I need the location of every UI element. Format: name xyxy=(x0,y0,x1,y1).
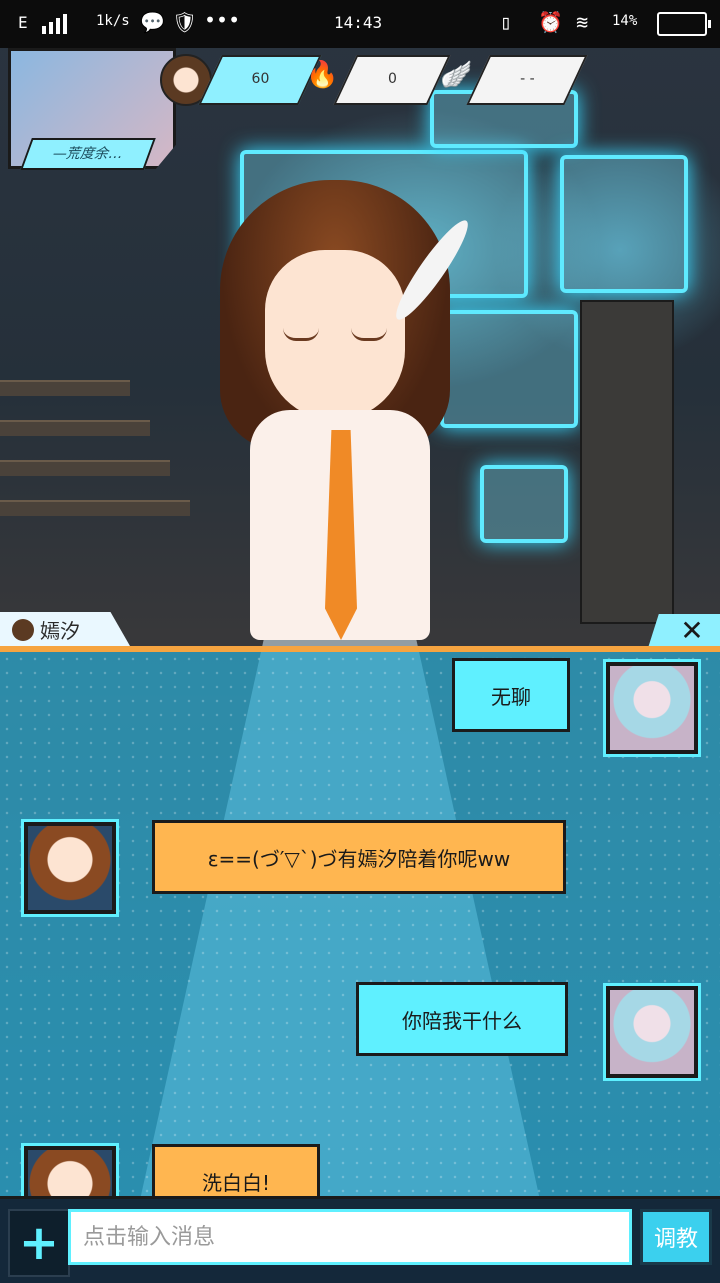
character-avatar-icon xyxy=(12,619,34,641)
network-type: E xyxy=(18,13,28,32)
character-eye xyxy=(351,328,387,341)
stair xyxy=(0,380,130,396)
bot-avatar[interactable] xyxy=(24,822,116,914)
message-text: 洗白白! xyxy=(201,1170,271,1195)
close-button[interactable]: ✕ xyxy=(648,614,720,648)
wifi-icon: ≋ xyxy=(576,10,589,34)
user-avatar[interactable] xyxy=(606,986,698,1078)
fire-icon: 🔥 xyxy=(306,60,339,90)
bot-message-bubble: 洗白白! xyxy=(152,1144,320,1198)
shield-icon: 🛡 xyxy=(172,10,198,34)
user-message-bubble: 你陪我干什么 xyxy=(356,982,568,1056)
bot-message-bubble: ε==(づ′▽`)づ有嫣汐陪着你呢ww xyxy=(152,820,566,894)
close-icon: ✕ xyxy=(680,614,704,647)
hologram-screen xyxy=(560,155,688,293)
message-text: ε==(づ′▽`)づ有嫣汐陪着你呢ww xyxy=(207,846,511,871)
stair xyxy=(0,420,150,436)
signal-icon xyxy=(42,14,70,34)
message-input[interactable] xyxy=(68,1209,632,1265)
plus-button[interactable]: + xyxy=(8,1209,70,1277)
vibrate-icon: ▯ xyxy=(500,10,513,34)
character-name: 嫣汐 xyxy=(40,619,80,643)
profile-name: —荒度余… xyxy=(20,138,156,170)
wing-icon: 🪽 xyxy=(440,60,473,90)
alarm-icon: ⏰ xyxy=(538,10,563,34)
wings-meter: - - xyxy=(466,55,588,105)
send-button-label: 调教 xyxy=(653,1227,698,1252)
plus-icon: + xyxy=(18,1215,60,1271)
affection-value: 60 xyxy=(251,71,270,87)
profile-name-text: —荒度余… xyxy=(50,146,126,162)
message-icon: 💬 xyxy=(140,10,165,34)
network-speed: 1k/s xyxy=(96,13,130,29)
wings-value: - - xyxy=(520,71,535,87)
input-bar: + 调教 xyxy=(0,1196,720,1283)
stair xyxy=(0,460,170,476)
affection-meter: 60 xyxy=(198,55,322,105)
energy-value: 0 xyxy=(387,71,397,87)
energy-meter: 0 xyxy=(333,55,451,105)
message-text: 无聊 xyxy=(491,684,531,709)
message-text: 你陪我干什么 xyxy=(402,1008,522,1033)
character-eye xyxy=(283,328,319,341)
send-button[interactable]: 调教 xyxy=(640,1209,712,1265)
character-name-tag: 嫣汐 xyxy=(0,612,130,646)
battery-icon xyxy=(657,12,711,36)
bookshelf xyxy=(580,300,674,624)
character-face xyxy=(265,250,405,420)
status-bar: E 1k/s 💬 🛡 ••• 14:43 ▯ ⏰ ≋ 14% xyxy=(0,0,720,48)
chat-panel[interactable]: 无聊 ε==(づ′▽`)づ有嫣汐陪着你呢ww 你陪我干什么 洗白白! xyxy=(0,652,720,1198)
user-avatar[interactable] xyxy=(606,662,698,754)
battery-percent: 14% xyxy=(612,13,638,29)
clock: 14:43 xyxy=(334,13,383,32)
user-message-bubble: 无聊 xyxy=(452,658,570,732)
more-icon: ••• xyxy=(204,8,241,32)
stair xyxy=(0,500,190,516)
bot-avatar[interactable] xyxy=(24,1146,116,1198)
